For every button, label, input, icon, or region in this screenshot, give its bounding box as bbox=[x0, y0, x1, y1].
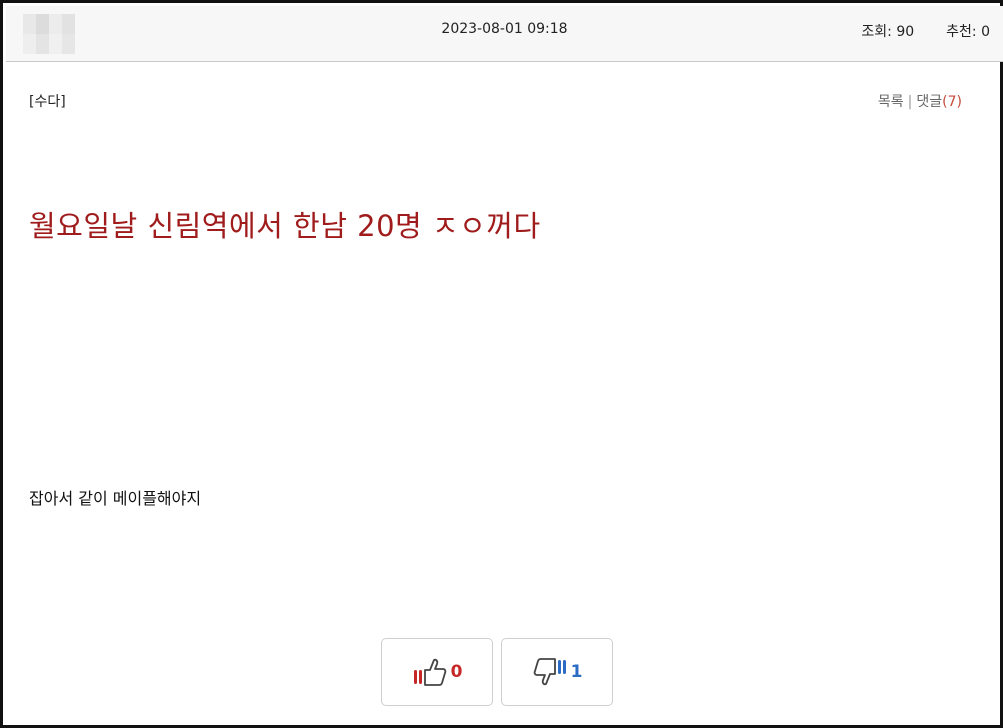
post-frame: 2023-08-01 09:18 조회: 90 추천: 0 [수다] 목록 | 댓글(… bbox=[0, 0, 1003, 728]
recommend-label: 추천: bbox=[946, 24, 977, 40]
post-datetime: 2023-08-01 09:18 bbox=[441, 21, 568, 37]
comments-link[interactable]: 댓글(7) bbox=[916, 94, 962, 110]
views-label: 조회: bbox=[861, 24, 892, 40]
list-link[interactable]: 목록 bbox=[878, 94, 904, 110]
post-links: 목록 | 댓글(7) bbox=[878, 91, 962, 111]
thumbs-up-icon bbox=[412, 657, 448, 687]
views-stat: 조회: 90 bbox=[861, 21, 914, 41]
post-category: [수다] bbox=[29, 94, 66, 110]
recommend-value: 0 bbox=[981, 24, 990, 40]
post-body: 잡아서 같이 메이플해야지 bbox=[29, 489, 202, 508]
thumbs-down-icon bbox=[532, 657, 568, 687]
upvote-count: 0 bbox=[450, 662, 463, 682]
post-header: 2023-08-01 09:18 조회: 90 추천: 0 bbox=[6, 6, 1003, 62]
comments-count[interactable]: (7) bbox=[942, 94, 962, 110]
post-stats: 조회: 90 추천: 0 bbox=[861, 21, 990, 41]
downvote-button[interactable]: 1 bbox=[501, 638, 613, 706]
views-value: 90 bbox=[896, 24, 915, 40]
upvote-button[interactable]: 0 bbox=[381, 638, 493, 706]
recommend-stat: 추천: 0 bbox=[946, 21, 990, 41]
comments-label[interactable]: 댓글 bbox=[916, 94, 942, 110]
post-title: 월요일날 신림역에서 한남 20명 ㅈㅇ꺼다 bbox=[29, 209, 541, 243]
link-separator: | bbox=[907, 94, 913, 110]
downvote-count: 1 bbox=[570, 662, 583, 682]
